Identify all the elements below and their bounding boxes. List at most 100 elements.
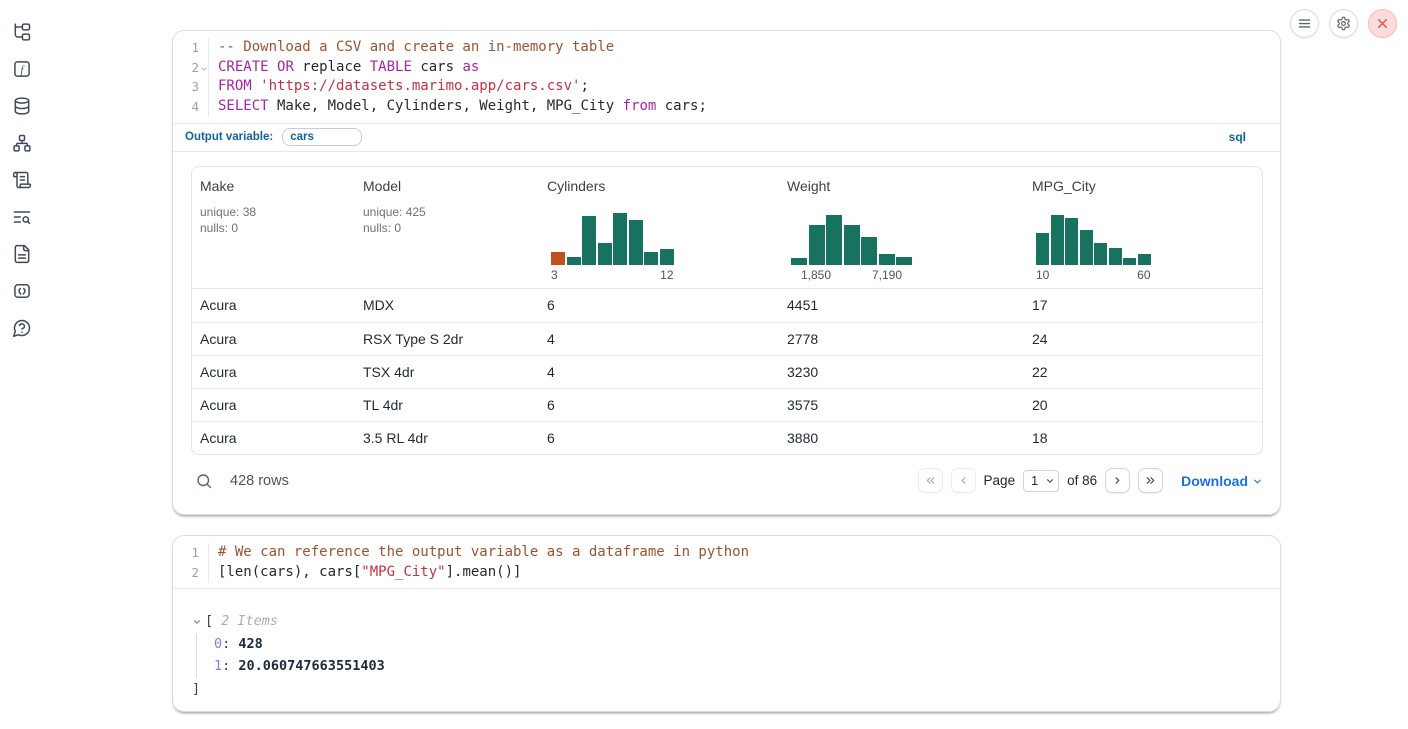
- search-icon[interactable]: [195, 472, 213, 490]
- histogram-bar: [1065, 218, 1078, 265]
- table-cell: Acura: [192, 331, 355, 347]
- next-page-button[interactable]: [1105, 468, 1130, 493]
- table-column-header: Weight 1,850 7,190: [779, 167, 1024, 288]
- dependency-graph-icon[interactable]: [10, 131, 34, 155]
- table-row: Acura3.5 RL 4dr6388018: [192, 421, 1262, 454]
- fold-chevron-icon[interactable]: [199, 58, 208, 78]
- line-number: 2: [183, 58, 199, 78]
- page-select[interactable]: 1: [1023, 470, 1059, 492]
- close-icon[interactable]: [1368, 9, 1397, 38]
- row-count: 428 rows: [230, 473, 289, 489]
- axis-min-label: 1,850: [801, 268, 831, 282]
- notebook-actions: [1290, 9, 1397, 38]
- collapse-chevron-icon[interactable]: [192, 617, 202, 627]
- close-bracket: ]: [192, 678, 1280, 701]
- item-key: 0: [214, 636, 222, 652]
- code-text: FROM 'https://datasets.marimo.app/cars.c…: [208, 77, 1280, 97]
- histogram-bar: [644, 252, 658, 265]
- histogram-axis-labels: 1060: [1036, 268, 1151, 282]
- table-cell: Acura: [192, 397, 355, 413]
- table-column-header: Model unique: 425nulls: 0: [355, 167, 539, 288]
- table-cell: 22: [1024, 364, 1262, 380]
- python-code-editor[interactable]: 1# We can reference the output variable …: [173, 536, 1280, 588]
- line-number: 1: [183, 543, 199, 563]
- page-label: Page: [984, 473, 1016, 488]
- download-button[interactable]: Download: [1181, 473, 1263, 489]
- histogram-bar: [660, 249, 674, 265]
- code-line: 3FROM 'https://datasets.marimo.app/cars.…: [183, 77, 1280, 97]
- column-stats: unique: 38nulls: 0: [200, 204, 347, 236]
- first-page-button[interactable]: [918, 468, 943, 493]
- code-line: 2CREATE OR replace TABLE cars as: [183, 58, 1280, 78]
- histogram-bar: [1109, 248, 1122, 265]
- table-column-header: MPG_City 1060: [1024, 167, 1262, 288]
- snippets-icon[interactable]: [10, 279, 34, 303]
- fold-spacer: [199, 38, 208, 58]
- table-row: AcuraMDX6445117: [192, 289, 1262, 322]
- histogram-axis-labels: 3 12: [551, 268, 674, 282]
- output-variable-bar: Output variable: sql: [173, 123, 1280, 152]
- axis-max-label: 7,190: [872, 268, 902, 282]
- scroll-icon[interactable]: [10, 168, 34, 192]
- table-cell: 6: [539, 297, 779, 313]
- sql-cell: 1-- Download a CSV and create an in-memo…: [172, 30, 1281, 515]
- item-colon: :: [222, 636, 238, 652]
- language-badge[interactable]: sql: [1229, 130, 1246, 144]
- table-cell: Acura: [192, 364, 355, 380]
- column-name: MPG_City: [1032, 178, 1254, 194]
- column-name: Weight: [787, 178, 1016, 194]
- histogram-bar: [879, 254, 895, 265]
- histogram-bar: [791, 258, 807, 265]
- last-page-button[interactable]: [1138, 468, 1163, 493]
- column-histogram: 1060: [1036, 213, 1151, 282]
- log-search-icon[interactable]: [10, 205, 34, 229]
- axis-min-label: 3: [551, 268, 558, 282]
- table-column-header: Cylinders312: [539, 167, 779, 288]
- column-name: Model: [363, 178, 531, 194]
- function-icon[interactable]: f: [10, 57, 34, 81]
- list-output-tree: [2 Items0: 4281: 20.060747663551403]: [173, 588, 1280, 700]
- item-key: 1: [214, 658, 222, 674]
- table-cell: Acura: [192, 430, 355, 446]
- table-column-header: Makeunique: 38nulls: 0: [192, 167, 355, 288]
- histogram-bars: [791, 213, 912, 265]
- histogram-axis-labels: 1,850 7,190: [791, 268, 912, 282]
- table-cell: TL 4dr: [355, 397, 539, 413]
- tree-item: 1: 20.060747663551403: [214, 655, 1280, 678]
- table-cell: 17: [1024, 297, 1262, 313]
- line-number: 4: [183, 97, 199, 117]
- database-icon[interactable]: [10, 94, 34, 118]
- file-tree-icon[interactable]: [10, 20, 34, 44]
- fold-spacer: [199, 563, 208, 583]
- table-cell: 18: [1024, 430, 1262, 446]
- histogram-bar: [582, 216, 596, 265]
- output-variable-input[interactable]: [282, 128, 362, 146]
- previous-page-button[interactable]: [951, 468, 976, 493]
- histogram-bar: [861, 237, 877, 265]
- fold-spacer: [199, 77, 208, 97]
- document-icon[interactable]: [10, 242, 34, 266]
- tree-root[interactable]: [2 Items: [192, 610, 1280, 633]
- table-cell: 3230: [779, 364, 1024, 380]
- column-histogram: 3 12: [551, 213, 674, 282]
- table-cell: MDX: [355, 297, 539, 313]
- histogram-bar: [1123, 258, 1136, 265]
- code-line: 2[len(cars), cars["MPG_City"].mean()]: [183, 563, 1280, 583]
- fold-spacer: [199, 543, 208, 563]
- table-cell: 4: [539, 364, 779, 380]
- tree-item: 0: 428: [214, 633, 1280, 656]
- menu-icon[interactable]: [1290, 9, 1319, 38]
- gear-icon[interactable]: [1329, 9, 1358, 38]
- chevron-down-icon: [1252, 476, 1263, 487]
- help-icon[interactable]: [10, 316, 34, 340]
- table-cell: 3575: [779, 397, 1024, 413]
- table-header: Makeunique: 38nulls: 0 Model unique: 425nu…: [192, 167, 1262, 289]
- sql-code-editor[interactable]: 1-- Download a CSV and create an in-memo…: [173, 31, 1280, 123]
- histogram-bar: [844, 225, 860, 265]
- table-cell: 4: [539, 331, 779, 347]
- histogram-bar: [1080, 230, 1093, 265]
- column-stats: unique: 425nulls: 0: [363, 204, 531, 236]
- tree-children: 0: 4281: 20.060747663551403: [196, 633, 1280, 678]
- axis-max-label: 12: [660, 268, 673, 282]
- histogram-bar: [826, 215, 842, 265]
